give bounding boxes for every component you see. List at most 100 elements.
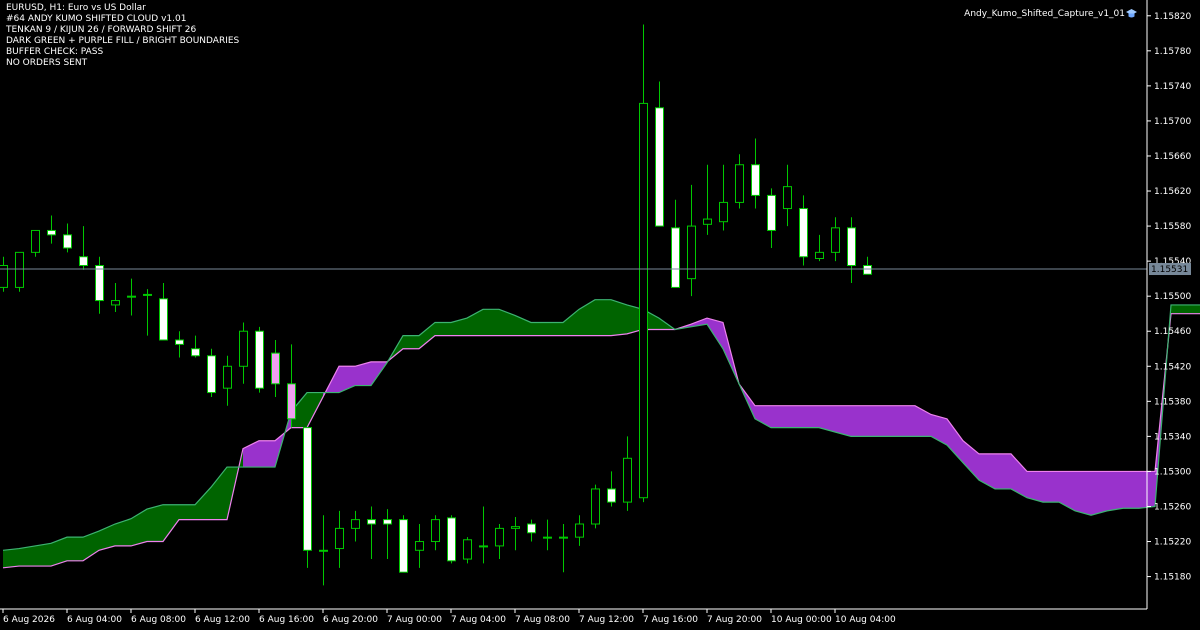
y-tick-label: 1.15180	[1154, 573, 1191, 583]
cloud-segment	[595, 299, 611, 336]
cloud-segment	[259, 440, 275, 468]
x-tick-label: 6 Aug 2026	[3, 615, 55, 625]
cloud-segment	[611, 299, 627, 336]
candle-body	[431, 519, 440, 543]
y-tick-label: 1.15420	[1154, 362, 1191, 372]
candle-body	[383, 519, 392, 525]
cloud-segment	[867, 405, 883, 437]
info-line-4: BUFFER CHECK: PASS	[6, 47, 104, 57]
cloud-segment	[1075, 471, 1091, 516]
cloud-segment	[147, 504, 163, 542]
cloud-segment	[483, 309, 499, 336]
cloud-segment	[67, 537, 83, 561]
cloud-segment	[1107, 471, 1123, 511]
y-tick-label: 1.15700	[1154, 117, 1191, 127]
candle-body	[863, 265, 872, 275]
cloud-segment	[435, 322, 451, 336]
current-price-label: 1.15531	[1151, 265, 1188, 275]
candle-body	[623, 457, 632, 503]
x-tick-label: 10 Aug 00:00	[771, 615, 832, 625]
cloud-segment	[899, 405, 915, 437]
candle-body	[15, 251, 24, 288]
x-tick-label: 7 Aug 20:00	[707, 615, 762, 625]
candle-body	[703, 218, 712, 225]
candle-body	[847, 227, 856, 267]
indicator-name[interactable]: Andy_Kumo_Shifted_Capture_v1_01	[964, 9, 1125, 19]
indicator-cap-icon[interactable]	[1126, 8, 1137, 19]
candle-body	[479, 545, 488, 548]
cloud-segment	[547, 322, 563, 336]
y-tick-label: 1.15220	[1154, 538, 1191, 548]
x-tick-label: 6 Aug 08:00	[131, 615, 186, 625]
candle-body	[319, 549, 328, 552]
candle-body	[543, 536, 552, 539]
candle-body	[687, 225, 696, 280]
candle-body	[799, 208, 808, 258]
cloud-segment	[1043, 471, 1059, 503]
y-tick-label: 1.15780	[1154, 47, 1191, 57]
candle-body	[335, 527, 344, 550]
candle-body	[463, 539, 472, 560]
x-tick-label: 10 Aug 04:00	[835, 615, 896, 625]
candle-body	[63, 234, 72, 249]
cloud-segment	[3, 548, 19, 568]
symbol-title: EURUSD, H1: Euro vs US Dollar	[6, 3, 146, 13]
cloud-segment	[771, 405, 787, 428]
candle-body	[47, 229, 56, 236]
candle-body	[511, 526, 520, 529]
candle-body	[607, 488, 616, 503]
candle-body	[447, 517, 456, 562]
candle-body	[95, 265, 104, 302]
candle-body	[495, 527, 504, 547]
chart-info-panel: EURUSD, H1: Euro vs US Dollar #64 ANDY K…	[6, 3, 239, 69]
candle-body	[223, 365, 232, 389]
y-tick-label: 1.15820	[1154, 12, 1191, 22]
x-tick-label: 6 Aug 12:00	[195, 615, 250, 625]
cloud-segment	[1171, 304, 1187, 314]
cloud-segment	[835, 405, 851, 437]
y-tick-label: 1.15660	[1154, 152, 1191, 162]
candle-body	[303, 427, 312, 551]
candle-body	[191, 348, 200, 357]
x-tick-label: 6 Aug 20:00	[323, 615, 378, 625]
x-tick-label: 6 Aug 16:00	[259, 615, 314, 625]
cloud-segment	[1123, 471, 1139, 509]
candle-body	[399, 519, 408, 573]
candle-body	[175, 339, 184, 345]
cloud-segment	[403, 335, 419, 349]
candle-body	[575, 523, 584, 538]
candle-body	[671, 227, 680, 288]
candle-body	[111, 300, 120, 306]
cloud-segment	[883, 405, 899, 437]
y-tick-label: 1.15460	[1154, 327, 1191, 337]
candle-body	[207, 355, 216, 394]
candle-body	[271, 352, 280, 385]
candle-body	[783, 186, 792, 210]
candle-body	[815, 251, 824, 259]
candle-body	[751, 164, 760, 196]
cloud-segment	[995, 453, 1011, 489]
candle-body	[767, 194, 776, 231]
candle-body	[351, 519, 360, 529]
cloud-segment	[1187, 304, 1200, 314]
chart-area[interactable]: 1.15820 1.15780 1.15740 1.15700 1.15660 1.156…	[0, 0, 1200, 630]
candle-body	[639, 102, 648, 499]
candle-body	[527, 523, 536, 534]
info-line-3: DARK GREEN + PURPLE FILL / BRIGHT BOUNDA…	[6, 36, 240, 46]
y-tick-label: 1.15500	[1154, 292, 1191, 302]
x-tick-label: 7 Aug 08:00	[515, 615, 570, 625]
candle-body	[79, 256, 88, 267]
candle-body	[591, 488, 600, 525]
cloud-segment	[1027, 471, 1043, 503]
info-line-5: NO ORDERS SENT	[6, 58, 88, 68]
cloud-segment	[803, 405, 819, 428]
x-tick-label: 7 Aug 04:00	[451, 615, 506, 625]
candle-body	[127, 295, 136, 298]
y-tick-label: 1.15580	[1154, 222, 1191, 232]
cloud-segment	[787, 405, 803, 428]
candle-body	[415, 541, 424, 551]
cloud-segment	[851, 405, 867, 437]
x-tick-label: 7 Aug 16:00	[643, 615, 698, 625]
candle-body	[735, 164, 744, 203]
x-tick-label: 7 Aug 12:00	[579, 615, 634, 625]
